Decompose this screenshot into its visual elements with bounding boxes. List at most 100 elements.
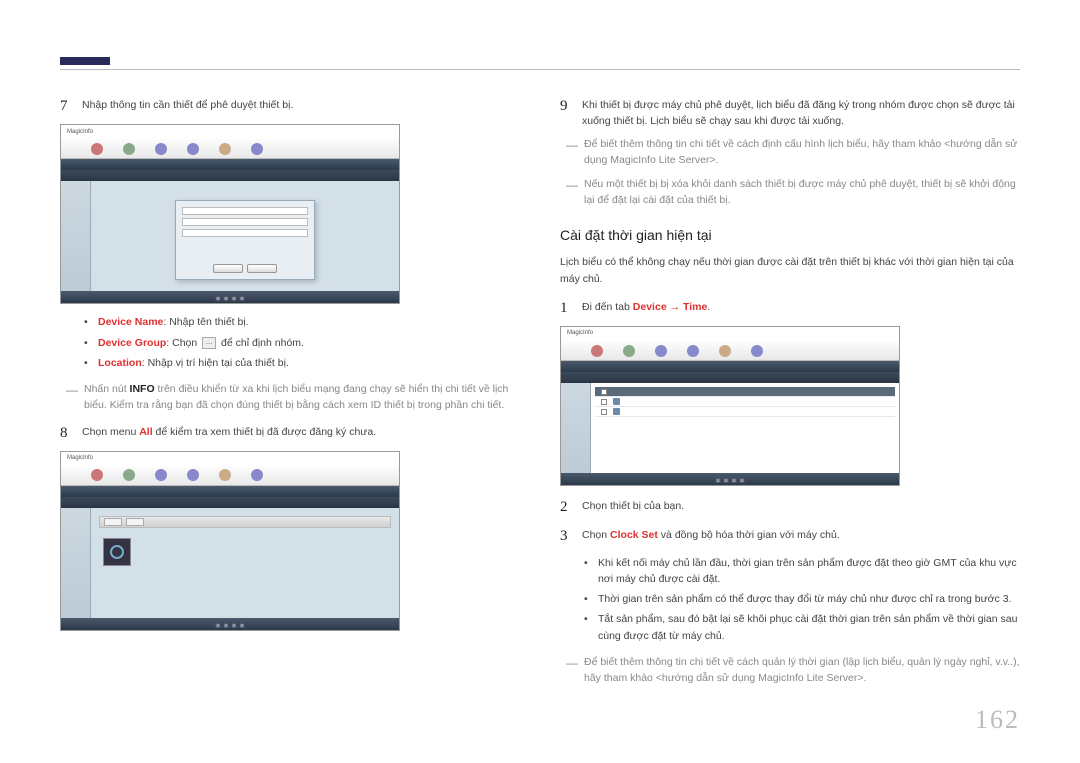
ss-footer-icons — [216, 296, 245, 301]
ss-nav-icon — [591, 345, 603, 357]
ss-table-row — [595, 407, 895, 417]
right-column: 9 Khi thiết bị được máy chủ phê duyệt, l… — [560, 95, 1020, 694]
ss-table — [591, 383, 899, 481]
ss-nav-icon — [91, 469, 103, 481]
ss-footer — [61, 291, 399, 303]
t: Nhấn nút — [84, 383, 130, 395]
note-time-management: ― Để biết thêm thông tin chi tiết về các… — [566, 654, 1020, 687]
info-label: INFO — [130, 383, 155, 395]
note-device-removed: ― Nếu một thiết bị bị xóa khỏi danh sách… — [566, 176, 1020, 209]
ss-sidebar — [561, 383, 591, 481]
header-divider — [60, 69, 1020, 70]
ss-brand: MagicInfo — [67, 454, 93, 463]
text: : Chọn — [166, 337, 200, 349]
step-text: Chọn Clock Set và đồng bộ hóa thời gian … — [582, 525, 1020, 543]
ss-cancel-button — [247, 264, 277, 273]
ss-nav-icon — [219, 143, 231, 155]
ss-nav-icon — [155, 143, 167, 155]
t: để kiểm tra xem thiết bị đã được đăng ký… — [153, 426, 376, 438]
ss-body — [61, 181, 399, 299]
ss-nav-icon — [91, 143, 103, 155]
step-text: Nhập thông tin cần thiết để phê duyệt th… — [82, 95, 520, 113]
step-text: Chọn menu All để kiểm tra xem thiết bị đ… — [82, 422, 520, 440]
content-columns: 7 Nhập thông tin cần thiết để phê duyệt … — [60, 95, 1020, 694]
note-text: Nếu một thiết bị bị xóa khỏi danh sách t… — [584, 176, 1020, 209]
t: Đi đến tab — [582, 301, 633, 313]
bullet-marker: • — [584, 591, 598, 607]
ss-field — [182, 229, 308, 237]
step-number: 8 — [60, 422, 82, 445]
ss-grid-toolbar — [99, 516, 391, 528]
screenshot-approve-device: MagicInfo — [60, 124, 400, 304]
ss-nav-icon — [187, 469, 199, 481]
ss-nav-icon — [219, 469, 231, 481]
ss-nav-icon — [123, 469, 135, 481]
group-browse-icon: … — [202, 337, 216, 349]
text: để chỉ định nhóm. — [218, 337, 304, 349]
step-number: 1 — [560, 297, 582, 320]
dash-icon: ― — [566, 176, 584, 209]
all-label: All — [139, 426, 152, 438]
time-bullets: • Khi kết nối máy chủ lần đầu, thời gian… — [584, 555, 1020, 644]
ss-subbar — [561, 372, 899, 383]
step-7: 7 Nhập thông tin cần thiết để phê duyệt … — [60, 95, 520, 118]
ss-titlebar: MagicInfo — [61, 452, 399, 466]
ss-ok-button — [213, 264, 243, 273]
note-text: Nhấn nút INFO trên điều khiển từ xa khi … — [84, 381, 520, 414]
t: Chọn menu — [82, 426, 139, 438]
bullet-text: Tắt sản phẩm, sau đó bật lại sẽ khôi phụ… — [598, 611, 1020, 644]
bullet-text: Device Name: Nhập tên thiết bị. — [98, 314, 520, 330]
ss-tbtn — [126, 518, 144, 526]
ss-sidebar — [61, 181, 91, 299]
ss-main — [91, 508, 399, 626]
bullet-device-name: • Device Name: Nhập tên thiết bị. — [84, 314, 520, 330]
ss-footer — [561, 473, 899, 485]
ss-nav-icon — [155, 469, 167, 481]
note-text: Để biết thêm thông tin chi tiết về cách … — [584, 136, 1020, 169]
text: : Nhập vị trí hiện tại của thiết bị. — [142, 357, 289, 369]
ss-main — [91, 181, 399, 299]
step-number: 2 — [560, 496, 582, 519]
step-2: 2 Chọn thiết bị của bạn. — [560, 496, 1020, 519]
text: : Nhập tên thiết bị. — [163, 316, 248, 328]
ss-row-icon — [613, 398, 620, 405]
clock-set-label: Clock Set — [610, 529, 658, 541]
ss-nav-icon — [187, 143, 199, 155]
label-location: Location — [98, 357, 142, 369]
ss-toolbar — [61, 466, 399, 486]
device-info-bullets: • Device Name: Nhập tên thiết bị. • Devi… — [84, 314, 520, 371]
screenshot-device-time: MagicInfo — [560, 326, 900, 486]
bullet-item: • Thời gian trên sản phẩm có thể được th… — [584, 591, 1020, 607]
t: và đồng bộ hóa thời gian với máy chủ. — [658, 529, 840, 541]
ss-body — [561, 383, 899, 481]
bullet-device-group: • Device Group: Chọn … để chỉ định nhóm. — [84, 335, 520, 351]
step-1: 1 Đi đến tab Device → Time. — [560, 297, 1020, 320]
ss-footer-icons — [216, 623, 245, 628]
dash-icon: ― — [566, 654, 584, 687]
bullet-text: Location: Nhập vị trí hiện tại của thiết… — [98, 355, 520, 371]
t: Chọn — [582, 529, 610, 541]
ss-toolbar — [61, 139, 399, 159]
page-number: 162 — [975, 705, 1020, 735]
header-accent-bar — [60, 57, 110, 65]
label-device-name: Device Name — [98, 316, 163, 328]
step-8: 8 Chọn menu All để kiểm tra xem thiết bị… — [60, 422, 520, 445]
ss-footer-icons — [716, 478, 745, 483]
ss-subbar — [61, 497, 399, 508]
bullet-text: Thời gian trên sản phẩm có thể được thay… — [598, 591, 1020, 607]
step-9: 9 Khi thiết bị được máy chủ phê duyệt, l… — [560, 95, 1020, 130]
heading-set-time: Cài đặt thời gian hiện tại — [560, 225, 1020, 247]
ss-body — [61, 508, 399, 626]
ss-tbtn — [104, 518, 122, 526]
step-number: 3 — [560, 525, 582, 548]
ss-device-thumb — [103, 538, 131, 566]
ss-footer — [61, 618, 399, 630]
ss-nav-icon — [251, 469, 263, 481]
ss-titlebar: MagicInfo — [561, 327, 899, 341]
step-text: Khi thiết bị được máy chủ phê duyệt, lịc… — [582, 95, 1020, 130]
bullet-marker: • — [584, 611, 598, 644]
step-3: 3 Chọn Clock Set và đồng bộ hóa thời gia… — [560, 525, 1020, 548]
bullet-marker: • — [84, 335, 98, 351]
info-note: ― Nhấn nút INFO trên điều khiển từ xa kh… — [66, 381, 520, 414]
bullet-marker: • — [84, 314, 98, 330]
